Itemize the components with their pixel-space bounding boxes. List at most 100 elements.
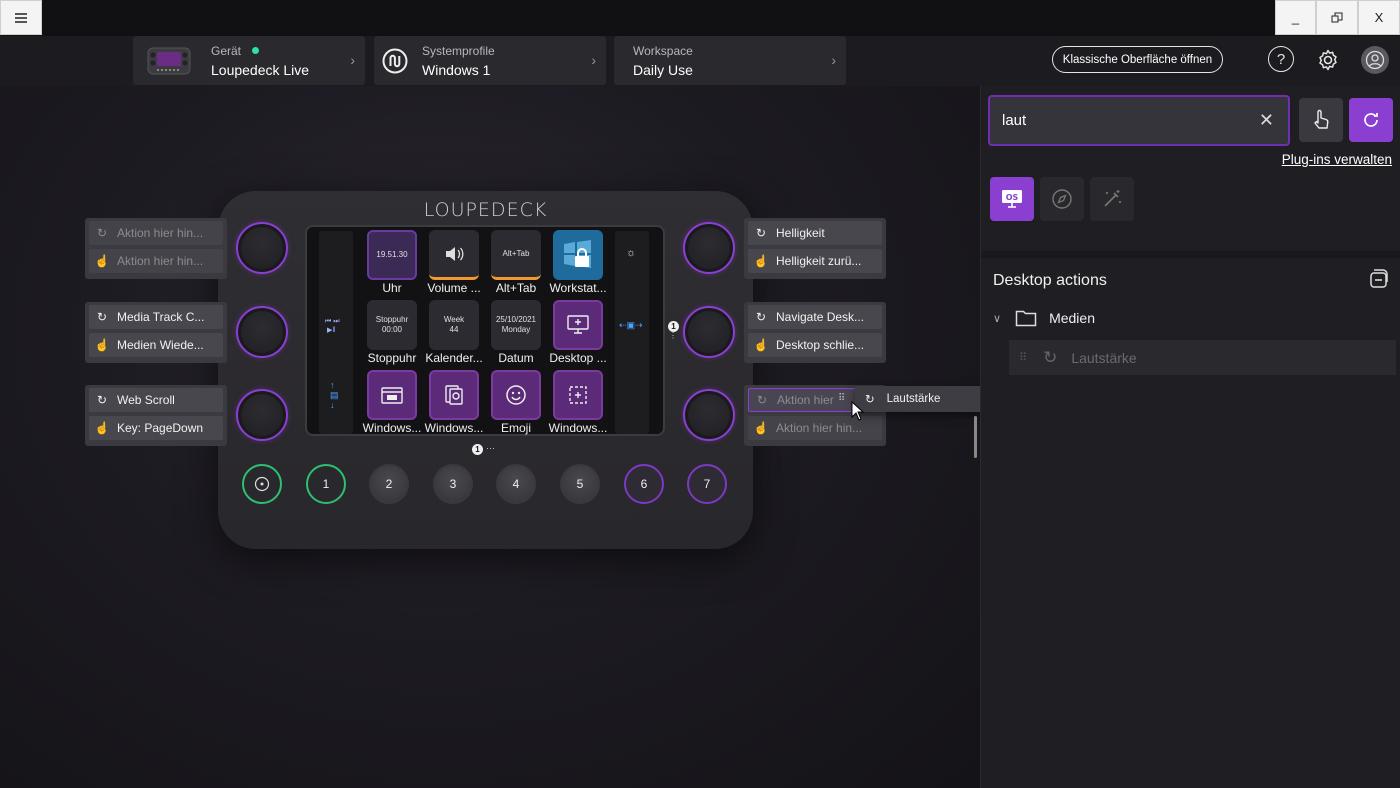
drag-handle-icon: ⠿	[838, 393, 846, 404]
rotate-action-slot[interactable]: ↻ Helligkeit	[748, 221, 882, 245]
search-input[interactable]: laut ✕	[988, 95, 1290, 146]
hand-press-icon	[1314, 109, 1329, 129]
action-label: Medien Wiede...	[117, 338, 204, 352]
press-action-slot[interactable]: ☝ Medien Wiede...	[89, 333, 223, 357]
restore-button[interactable]	[1316, 0, 1358, 35]
button-4[interactable]: 4	[496, 464, 536, 504]
tile-label: Windows...	[548, 421, 608, 435]
loupedeck-device: LOUPEDECK 1 ⋮ ⏮ ⏭ ▶‖ ↑ ▤ ↓ ☼ ⇠▣⇢ 19.51.30 …	[218, 191, 753, 549]
press-action-slot[interactable]: ☝ Helligkeit zurü...	[748, 249, 882, 273]
search-value: laut	[1002, 112, 1027, 129]
workspace-selector[interactable]: Workspace Daily Use ›	[614, 36, 846, 85]
monitor-icon	[567, 315, 589, 334]
tile-label: Workstat...	[549, 281, 607, 295]
button-2[interactable]: 2	[369, 464, 409, 504]
knob-left-2[interactable]	[236, 306, 288, 358]
tile-stopwatch[interactable]: Stoppuhr 00:00	[367, 300, 417, 350]
tile-windows-files[interactable]	[429, 370, 479, 420]
collapse-all-button[interactable]	[1367, 268, 1389, 295]
filter-rotate-actions-button[interactable]	[1349, 98, 1393, 142]
filter-press-actions-button[interactable]	[1299, 98, 1343, 142]
hand-press-icon: ☝	[94, 421, 110, 435]
profile-key: Systemprofile	[422, 43, 495, 58]
tile-alt-tab[interactable]: Alt+Tab	[491, 230, 541, 280]
tile-windows-explorer[interactable]	[367, 370, 417, 420]
side-page-dots: ⋮	[669, 331, 677, 340]
dragged-action-label: Lautstärke	[886, 393, 941, 405]
tile-emoji[interactable]	[491, 370, 541, 420]
hand-press-icon: ☝	[94, 254, 110, 268]
press-action-slot[interactable]: ☝ Aktion hier hin...	[89, 249, 223, 273]
button-6[interactable]: 6	[624, 464, 664, 504]
minimize-button[interactable]: _	[1275, 0, 1316, 35]
settings-button[interactable]	[1314, 46, 1342, 74]
category-custom-tab[interactable]	[1090, 177, 1134, 221]
profile-logo-icon	[382, 48, 408, 73]
folder-window-icon	[381, 387, 403, 404]
knob-right-2[interactable]	[683, 306, 735, 358]
tile-label: Windows...	[362, 421, 422, 435]
scroll-icon: ↑ ▤ ↓	[330, 380, 339, 410]
tile-volume[interactable]	[429, 230, 479, 280]
rotate-icon: ↻	[756, 393, 768, 407]
rotate-action-slot[interactable]: ↻ Media Track C...	[89, 305, 223, 329]
knob-right-3[interactable]	[683, 389, 735, 441]
press-action-slot[interactable]: ☝ Key: PageDown	[89, 416, 223, 440]
knob-right-1[interactable]	[683, 222, 735, 274]
tile-workstation-lock[interactable]	[553, 230, 603, 280]
workspace-name: Daily Use	[633, 61, 693, 78]
right-touch-strip[interactable]: ☼ ⇠▣⇢	[615, 231, 649, 434]
tile-date[interactable]: 25/10/2021 Monday	[491, 300, 541, 350]
mouse-pointer-icon	[851, 401, 865, 421]
media-controls-icon: ⏮ ⏭ ▶‖	[325, 318, 340, 335]
button-5[interactable]: 5	[560, 464, 600, 504]
hand-press-icon: ☝	[753, 338, 769, 352]
clear-search-icon[interactable]: ✕	[1259, 110, 1274, 131]
close-button[interactable]: X	[1358, 0, 1400, 35]
os-monitor-icon: OS	[1002, 190, 1022, 208]
rotate-action-slot[interactable]: ↻ Navigate Desk...	[748, 305, 882, 329]
section-title: Desktop actions	[993, 272, 1107, 289]
tree-item-lautstaerke[interactable]: ⠿ ↻ Lautstärke	[1009, 340, 1396, 375]
button-7[interactable]: 7	[687, 464, 727, 504]
actions-panel: laut ✕ Plug-ins verwalten OS Desktop act…	[980, 86, 1400, 788]
profile-selector[interactable]: Systemprofile Windows 1 ›	[374, 36, 606, 85]
tile-desktop[interactable]	[553, 300, 603, 350]
press-action-slot[interactable]: ☝ Desktop schlie...	[748, 333, 882, 357]
action-label: Aktion hier hin...	[776, 421, 863, 435]
folder-icon	[1015, 310, 1037, 327]
left-touch-strip[interactable]: ⏮ ⏭ ▶‖ ↑ ▤ ↓	[319, 231, 353, 434]
item-label: Lautstärke	[1071, 349, 1137, 366]
hand-press-icon: ☝	[94, 338, 110, 352]
tile-label: Volume ...	[427, 281, 481, 295]
category-os-tab[interactable]: OS	[990, 177, 1034, 221]
gear-icon	[1319, 49, 1337, 71]
button-1[interactable]: 1	[306, 464, 346, 504]
touch-screen: ⏮ ⏭ ▶‖ ↑ ▤ ↓ ☼ ⇠▣⇢ 19.51.30 Alt+Tab Stoppu…	[305, 225, 665, 436]
rotate-action-slot[interactable]: ↻ Aktion hier hin...	[89, 221, 223, 245]
account-button[interactable]	[1361, 46, 1389, 74]
tile-label: Desktop ...	[549, 351, 607, 365]
hamburger-icon	[15, 12, 27, 23]
desktop-switch-icon: ⇠▣⇢	[619, 320, 643, 330]
knob-left-1[interactable]	[236, 222, 288, 274]
lock-windows-icon	[564, 240, 591, 268]
category-navigation-tab[interactable]	[1040, 177, 1084, 221]
tile-windows-snip[interactable]	[553, 370, 603, 420]
tree-folder-medien[interactable]: ∨ Medien	[993, 309, 1095, 327]
divider	[981, 251, 1400, 258]
tile-clock[interactable]: 19.51.30	[367, 230, 417, 280]
menu-button[interactable]	[0, 0, 42, 35]
tile-calendar-week[interactable]: Week 44	[429, 300, 479, 350]
help-button[interactable]: ?	[1268, 46, 1294, 72]
home-button[interactable]	[242, 464, 282, 504]
rotate-action-slot[interactable]: ↻ Web Scroll	[89, 388, 223, 412]
scroll-thumb[interactable]	[974, 416, 977, 458]
device-selector[interactable]: Gerät Loupedeck Live ›	[133, 36, 365, 85]
button-3[interactable]: 3	[433, 464, 473, 504]
knob-left-3[interactable]	[236, 389, 288, 441]
manage-plugins-link[interactable]: Plug-ins verwalten	[1282, 152, 1392, 167]
classic-ui-button[interactable]: Klassische Oberfläche öffnen	[1052, 46, 1223, 73]
hand-press-icon: ☝	[753, 254, 769, 268]
chevron-down-icon: ∨	[993, 312, 1002, 325]
